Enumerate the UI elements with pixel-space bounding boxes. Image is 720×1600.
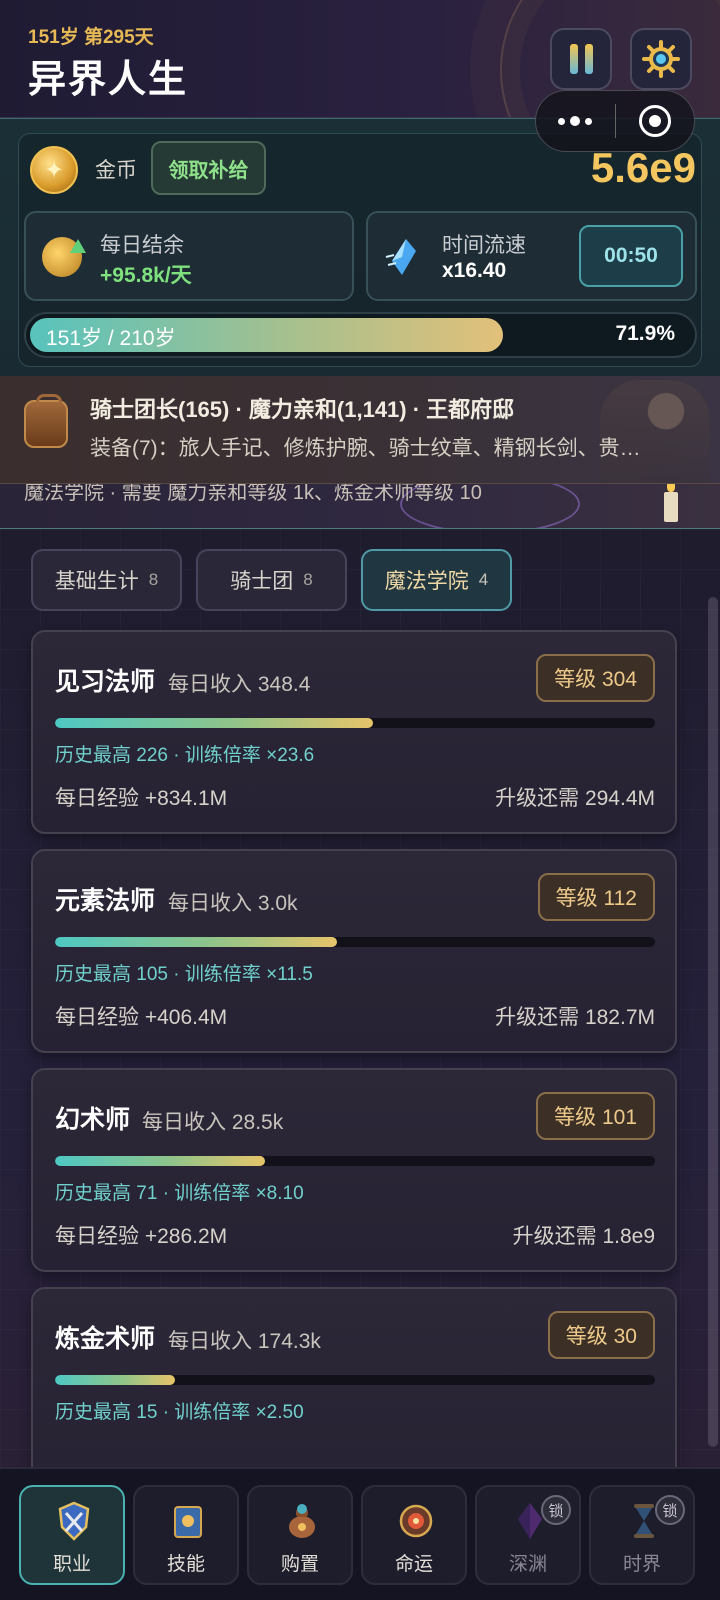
requirement-hint: 魔法学院 · 需要 魔力亲和等级 1k、炼金术师等级 10: [0, 484, 720, 529]
gold-label: 金币: [95, 159, 137, 182]
status-titles: 骑士团长(165) · 魔力亲和(1,141) · 王都府邸: [90, 397, 515, 422]
nav-label: 深渊: [508, 1554, 547, 1575]
job-level-badge: 等级 304: [536, 654, 655, 702]
gear-icon: [642, 40, 680, 78]
job-xp-fill: [55, 1156, 265, 1166]
job-card[interactable]: 幻术师 每日收入 28.5k 等级 101 历史最高 71 · 训练倍率 ×8.…: [31, 1068, 677, 1272]
status-banner[interactable]: 骑士团长(165) · 魔力亲和(1,141) · 王都府邸 装备(7)：旅人手…: [0, 376, 720, 484]
job-name: 炼金术师: [55, 1325, 156, 1353]
coin-up-arrow-icon: [42, 237, 86, 277]
job-daily-exp: 每日经验 +406.4M: [55, 1006, 228, 1029]
requirement-hint-text: 魔法学院 · 需要 魔力亲和等级 1k、炼金术师等级 10: [24, 484, 482, 504]
tab-count: 8: [148, 570, 159, 589]
time-speed-box: 时间流速 x16.40 00:50: [366, 211, 697, 301]
time-speed-value: x16.40: [442, 259, 507, 282]
lock-badge: 锁: [541, 1495, 571, 1525]
job-name: 见习法师: [55, 668, 156, 696]
miniprogram-capsule: [535, 90, 695, 152]
close-miniprogram-button[interactable]: [616, 91, 695, 151]
job-level-badge: 等级 101: [536, 1092, 655, 1140]
job-xp-track: [55, 718, 655, 728]
tab-label: 骑士团: [230, 570, 294, 593]
tab-count: 8: [303, 570, 313, 589]
nav-item-time-realm[interactable]: 锁 时界: [589, 1485, 695, 1585]
crystal-speed-icon: [385, 239, 416, 275]
job-xp-track: [55, 1375, 655, 1385]
job-card[interactable]: 炼金术师 每日收入 174.3k 等级 30 历史最高 15 · 训练倍率 ×2…: [31, 1287, 677, 1467]
tab-label: 基础生计: [54, 570, 139, 593]
job-xp-fill: [55, 1375, 175, 1385]
job-card[interactable]: 见习法师 每日收入 348.4 等级 304 历史最高 226 · 训练倍率 ×…: [31, 630, 677, 834]
candle-decoration: [664, 484, 678, 522]
nav-item-destiny[interactable]: 命运: [361, 1485, 467, 1585]
nav-item-purchase[interactable]: 购置: [247, 1485, 353, 1585]
lock-badge: 锁: [655, 1495, 685, 1525]
job-history: 历史最高 226 · 训练倍率 ×23.6: [55, 745, 315, 766]
tab-count: 4: [478, 570, 489, 589]
lifespan-text: 151岁 / 210岁: [46, 327, 176, 350]
job-level-badge: 等级 30: [547, 1311, 655, 1359]
tab-label: 魔法学院: [384, 570, 469, 593]
bottom-navigation: 职业 技能 购置 命运 锁 深渊 锁 时界: [0, 1467, 720, 1600]
age-day-label: 151岁 第295天: [28, 27, 154, 48]
job-xp-track: [55, 1156, 655, 1166]
job-exp-needed: 升级还需 182.7M: [495, 1006, 655, 1029]
nav-item-career[interactable]: 职业: [19, 1485, 125, 1585]
book-icon: [174, 1506, 202, 1538]
job-daily-exp: 每日经验 +286.2M: [55, 1225, 228, 1248]
job-income: 每日收入 348.4: [168, 673, 311, 696]
job-income: 每日收入 174.3k: [168, 1330, 321, 1353]
job-name: 幻术师: [55, 1106, 131, 1134]
time-speed-label: 时间流速: [442, 234, 526, 257]
job-exp-needed: 升级还需 1.8e9: [512, 1225, 655, 1248]
backpack-icon: [24, 394, 68, 448]
tab-knights[interactable]: 骑士团 8: [196, 549, 347, 611]
job-exp-needed: 升级还需 294.4M: [495, 787, 655, 810]
daily-balance-value: +95.8k/天: [100, 264, 192, 287]
target-circle-icon: [638, 105, 671, 137]
job-list-area[interactable]: 基础生计 8 骑士团 8 魔法学院 4 见习法师 每日收入 348.4 等级 3…: [0, 529, 720, 1467]
lifespan-percent: 71.9%: [615, 322, 675, 345]
speed-timer-button[interactable]: 00:50: [579, 225, 683, 287]
nav-label: 命运: [394, 1554, 433, 1575]
more-menu-button[interactable]: [536, 91, 615, 151]
claim-supply-button[interactable]: 领取补给: [151, 141, 266, 195]
job-name: 元素法师: [55, 887, 156, 915]
bag-icon: [289, 1504, 315, 1538]
nav-label: 购置: [280, 1554, 319, 1575]
job-history: 历史最高 15 · 训练倍率 ×2.50: [55, 1402, 304, 1423]
compass-icon: [399, 1504, 433, 1538]
job-history: 历史最高 105 · 训练倍率 ×11.5: [55, 964, 313, 985]
settings-button[interactable]: [630, 28, 692, 90]
job-daily-exp: 每日经验 +834.1M: [55, 787, 228, 810]
job-income: 每日收入 3.0k: [168, 892, 298, 915]
nav-label: 时界: [622, 1554, 661, 1575]
gold-coin-icon: ✦: [30, 146, 78, 194]
nav-item-abyss[interactable]: 锁 深渊: [475, 1485, 581, 1585]
nav-label: 职业: [52, 1554, 91, 1575]
job-xp-track: [55, 937, 655, 947]
equipment-list: 装备(7)：旅人手记、修炼护腕、骑士纹章、精钢长剑、贵…: [90, 437, 641, 460]
job-level-badge: 等级 112: [537, 873, 655, 921]
job-xp-fill: [55, 937, 337, 947]
nav-item-skills[interactable]: 技能: [133, 1485, 239, 1585]
job-income: 每日收入 28.5k: [142, 1111, 284, 1134]
nav-label: 技能: [166, 1554, 205, 1575]
daily-balance-box: 每日结余 +95.8k/天: [24, 211, 354, 301]
job-history: 历史最高 71 · 训练倍率 ×8.10: [55, 1183, 304, 1204]
shield-icon: [58, 1501, 90, 1541]
more-dots-icon: [558, 116, 593, 126]
job-xp-fill: [55, 718, 373, 728]
job-card[interactable]: 元素法师 每日收入 3.0k 等级 112 历史最高 105 · 训练倍率 ×1…: [31, 849, 677, 1053]
lifespan-progress-bar: 151岁 / 210岁 71.9%: [24, 312, 697, 358]
game-title: 异界人生: [28, 59, 189, 101]
pause-icon: [569, 44, 593, 74]
pause-button[interactable]: [550, 28, 612, 90]
tab-magic-academy[interactable]: 魔法学院 4: [361, 549, 512, 611]
tab-basic-living[interactable]: 基础生计 8: [31, 549, 182, 611]
scrollbar[interactable]: [708, 597, 718, 1447]
daily-balance-label: 每日结余: [100, 234, 184, 257]
